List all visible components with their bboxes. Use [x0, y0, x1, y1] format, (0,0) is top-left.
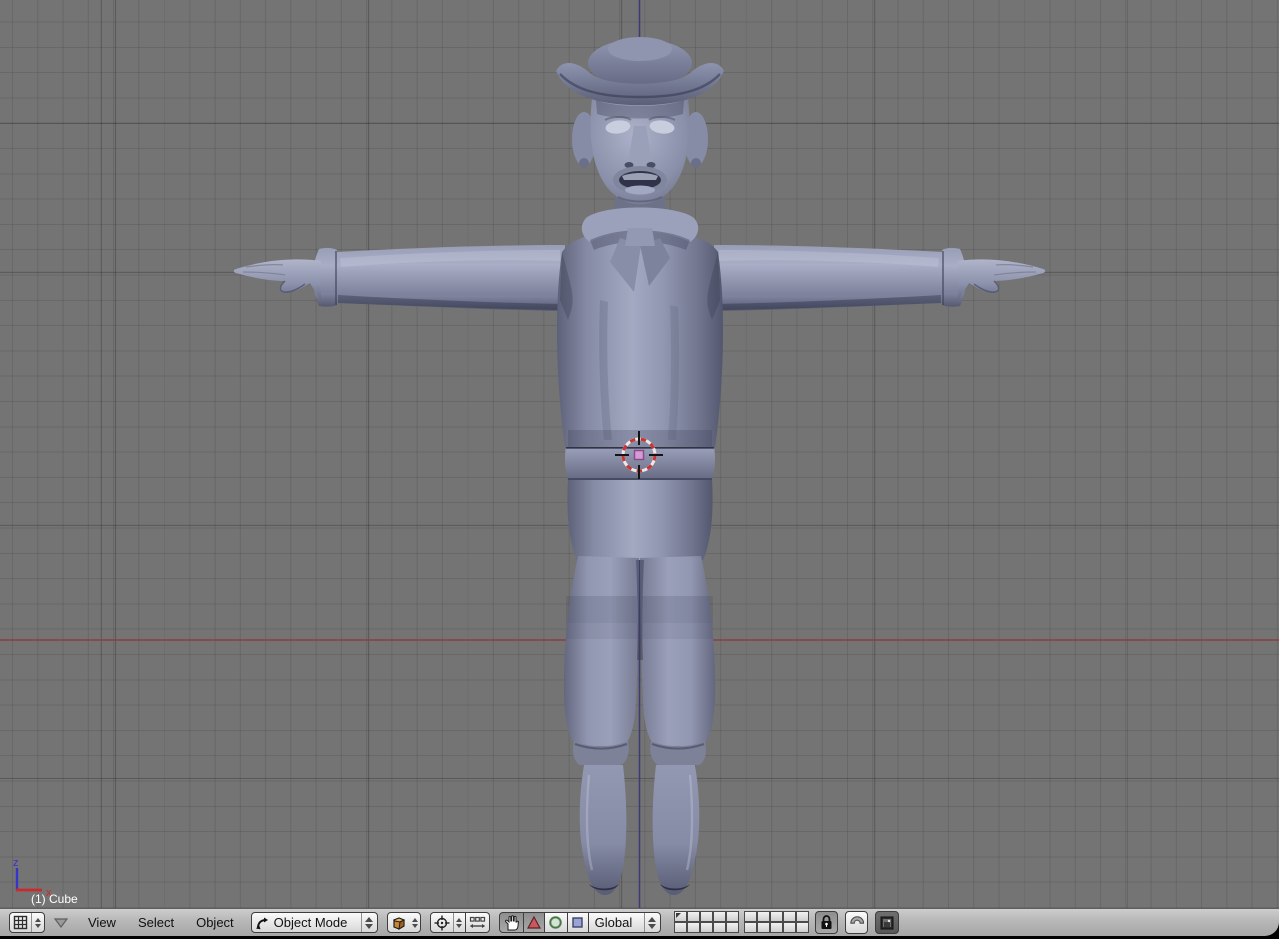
translate-triangle-icon [526, 916, 541, 929]
layer-button[interactable] [674, 922, 688, 933]
scale-manipulator-button[interactable] [567, 912, 589, 933]
grid-3d-viewport-icon [10, 915, 31, 930]
menu-view[interactable]: View [77, 915, 127, 930]
pivot-median-point-icon [431, 915, 453, 931]
layer-button[interactable] [713, 922, 727, 933]
viewport-scene: z x (1) Cube [0, 0, 1279, 908]
render-preview-button[interactable] [874, 911, 899, 934]
layer-button[interactable] [700, 911, 714, 922]
magnet-snap-icon [849, 915, 864, 930]
manipulate-center-points-button[interactable] [465, 912, 490, 933]
render-preview-image-icon [880, 916, 894, 930]
pivot-dropdown[interactable] [429, 912, 466, 933]
layer-button[interactable] [700, 922, 714, 933]
layer-group [744, 911, 810, 934]
layer-button[interactable] [744, 922, 758, 933]
object-origin-point [633, 449, 645, 461]
layer-button[interactable] [796, 911, 810, 922]
manipulator-toggle-button[interactable] [498, 912, 524, 933]
layer-button[interactable] [796, 922, 810, 933]
scale-square-icon [572, 917, 583, 928]
draw-type-dropdown[interactable] [386, 912, 421, 933]
lock-view-layers-button[interactable] [814, 911, 838, 934]
3d-viewport[interactable]: z x (1) Cube [0, 0, 1279, 908]
viewport-header: View Select Object Object Mode Global [0, 908, 1279, 936]
layer-button[interactable] [674, 911, 688, 922]
manipulate-center-points-icon [469, 916, 486, 930]
layer-button[interactable] [726, 922, 740, 933]
blender-window: z x (1) Cube View Select Object Object M… [0, 0, 1279, 939]
orientation-dropdown[interactable]: Global [588, 912, 661, 933]
layer-button[interactable] [783, 911, 797, 922]
layer-button[interactable] [713, 911, 727, 922]
mode-dropdown-value: Object Mode [273, 915, 348, 930]
layer-button[interactable] [687, 922, 701, 933]
layer-button[interactable] [687, 911, 701, 922]
menu-collapse-triangle-icon[interactable] [54, 917, 68, 928]
editor-type-dropdown[interactable] [9, 912, 45, 933]
layer-button[interactable] [783, 922, 797, 933]
layer-button[interactable] [770, 911, 784, 922]
gizmo-z-label: z [13, 857, 19, 869]
layer-button[interactable] [757, 922, 771, 933]
layer-button[interactable] [744, 911, 758, 922]
layer-button[interactable] [770, 922, 784, 933]
menu-select[interactable]: Select [127, 915, 185, 930]
menu-object[interactable]: Object [185, 915, 245, 930]
layer-group [674, 911, 740, 934]
rotate-circle-icon [548, 915, 563, 930]
lock-icon [820, 915, 833, 930]
layer-button[interactable] [757, 911, 771, 922]
translate-manipulator-button[interactable] [523, 912, 545, 933]
rotate-manipulator-button[interactable] [544, 912, 568, 933]
object-mode-arrow-icon [252, 916, 272, 930]
mode-dropdown[interactable]: Object Mode [250, 912, 378, 933]
snap-toggle-button[interactable] [844, 911, 868, 934]
layer-button[interactable] [726, 911, 740, 922]
solid-drawtype-cube-icon [388, 915, 410, 931]
active-object-label: (1) Cube [31, 892, 78, 906]
hand-manipulator-icon [504, 914, 519, 931]
orientation-dropdown-value: Global [594, 915, 633, 930]
